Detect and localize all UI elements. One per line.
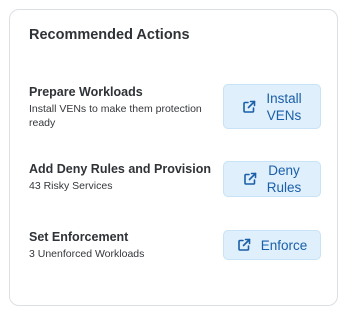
deny-rules-button[interactable]: Deny Rules	[223, 161, 321, 197]
button-label: Deny Rules	[266, 163, 302, 195]
action-text: Set Enforcement 3 Unenforced Workloads	[29, 229, 219, 261]
action-subtitle: 3 Unenforced Workloads	[29, 248, 145, 260]
external-link-icon	[243, 172, 257, 186]
action-row-deny-rules: Add Deny Rules and Provision 43 Risky Se…	[29, 161, 321, 199]
button-label: Install VENs	[266, 90, 302, 123]
action-subtitle: Install VENs to make them protection rea…	[29, 103, 202, 129]
action-subtitle: 43 Risky Services	[29, 180, 113, 192]
card-title: Recommended Actions	[29, 27, 190, 43]
action-text: Prepare Workloads Install VENs to make t…	[29, 84, 219, 130]
external-link-icon	[242, 100, 256, 114]
recommended-actions-card: Recommended Actions Prepare Workloads In…	[9, 9, 338, 306]
action-title: Prepare Workloads	[29, 85, 143, 99]
action-text: Add Deny Rules and Provision 43 Risky Se…	[29, 161, 219, 193]
action-row-prepare-workloads: Prepare Workloads Install VENs to make t…	[29, 84, 321, 130]
install-vens-button[interactable]: Install VENs	[223, 84, 321, 129]
external-link-icon	[237, 238, 251, 252]
action-row-set-enforcement: Set Enforcement 3 Unenforced Workloads E…	[29, 229, 321, 261]
button-label: Enforce	[260, 237, 308, 253]
action-title: Add Deny Rules and Provision	[29, 162, 211, 176]
action-title: Set Enforcement	[29, 230, 129, 244]
enforce-button[interactable]: Enforce	[223, 230, 321, 260]
